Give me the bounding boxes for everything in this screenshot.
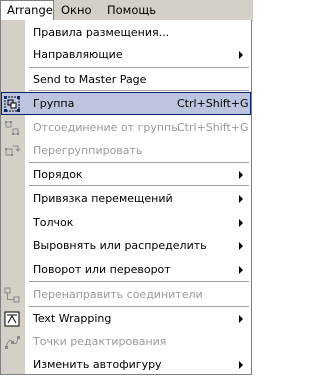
text-wrapping-icon: [4, 311, 20, 327]
submenu-arrow-icon: [239, 361, 243, 369]
menu-item-label: Правила размещения...: [33, 26, 170, 39]
menu-item-change-autoshape[interactable]: Изменить автофигуру: [1, 353, 251, 376]
menu-item-ungroup[interactable]: Отсоединение от группы Ctrl+Shift+G: [1, 116, 251, 139]
submenu-arrow-icon: [239, 242, 243, 250]
menu-item-label: Поворот или переворот: [33, 263, 171, 276]
menu-item-label: Толчок: [33, 216, 74, 229]
menu-item-label: Перегруппировать: [33, 144, 143, 157]
menu-bar: Arrange Окно Помощь: [0, 0, 253, 21]
regroup-icon: [4, 143, 20, 159]
arrange-dropdown-menu: Правила размещения... Направляющие Send …: [0, 20, 252, 375]
submenu-arrow-icon: [239, 266, 243, 274]
menu-item-snap[interactable]: Привязка перемещений: [1, 187, 251, 210]
submenu-arrow-icon: [239, 195, 243, 203]
menu-item-guides[interactable]: Направляющие: [1, 43, 251, 66]
menu-window[interactable]: Окно: [55, 0, 101, 20]
menu-item-reroute-connectors[interactable]: Перенаправить соединители: [1, 283, 251, 306]
submenu-arrow-icon: [239, 171, 243, 179]
menu-item-align-distribute[interactable]: Выровнять или распределить: [1, 234, 251, 257]
menu-item-send-to-master-page[interactable]: Send to Master Page: [1, 68, 251, 91]
menu-item-label: Привязка перемещений: [33, 192, 173, 205]
menu-arrange[interactable]: Arrange: [0, 0, 54, 21]
submenu-arrow-icon: [239, 219, 243, 227]
menu-item-order[interactable]: Порядок: [1, 163, 251, 186]
menu-separator: [29, 185, 249, 186]
menu-item-nudge[interactable]: Толчок: [1, 211, 251, 234]
edit-points-icon: [4, 334, 20, 350]
group-icon: [4, 96, 20, 112]
menu-item-label: Send to Master Page: [33, 73, 147, 86]
menu-item-label: Перенаправить соединители: [33, 288, 203, 301]
menu-item-label: Отсоединение от группы: [33, 121, 180, 134]
submenu-arrow-icon: [239, 51, 243, 59]
menu-item-regroup[interactable]: Перегруппировать: [1, 139, 251, 162]
ungroup-icon: [4, 120, 20, 136]
menu-item-label: Выровнять или распределить: [33, 239, 207, 252]
menu-item-text-wrapping[interactable]: Text Wrapping: [1, 307, 251, 330]
menu-item-label: Изменить автофигуру: [33, 358, 162, 371]
menu-item-group[interactable]: Группа Ctrl+Shift+G: [1, 92, 251, 115]
menu-item-label: Направляющие: [33, 48, 123, 61]
reroute-connectors-icon: [4, 287, 20, 303]
menu-separator: [29, 90, 249, 91]
menu-help[interactable]: Помощь: [101, 0, 159, 20]
menu-separator: [29, 281, 249, 282]
shortcut-label: Ctrl+Shift+G: [177, 121, 249, 134]
submenu-arrow-icon: [239, 315, 243, 323]
menu-item-label: Text Wrapping: [33, 312, 112, 325]
menu-item-label: Группа: [33, 97, 75, 110]
menu-item-rotate-flip[interactable]: Поворот или переворот: [1, 258, 251, 281]
menu-item-label: Порядок: [33, 168, 83, 181]
menu-item-label: Точки редактирования: [33, 335, 167, 348]
shortcut-label: Ctrl+Shift+G: [177, 97, 249, 110]
menu-item-layout-rules[interactable]: Правила размещения...: [1, 21, 251, 44]
menu-item-edit-points[interactable]: Точки редактирования: [1, 330, 251, 353]
